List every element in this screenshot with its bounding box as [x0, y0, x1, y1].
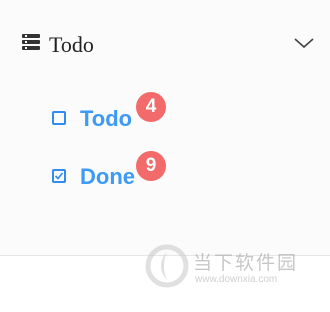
panel-title: Todo	[49, 32, 94, 57]
item-label: Todo	[80, 106, 133, 131]
watermark-url: www.downxia.com	[195, 274, 278, 285]
watermark: 当下软件园 www.downxia.com	[145, 244, 325, 294]
chevron-down-icon[interactable]	[293, 37, 315, 49]
list-item-todo[interactable]: Todo 4	[52, 92, 192, 135]
item-label: Done	[80, 164, 135, 189]
checked-box-icon[interactable]	[52, 169, 66, 183]
watermark-name: 当下软件园	[193, 253, 299, 274]
unchecked-box-icon[interactable]	[52, 111, 66, 125]
count-badge: 4	[136, 92, 166, 122]
panel-header[interactable]: Todo	[0, 22, 330, 68]
downxia-logo-icon	[145, 244, 189, 288]
todo-panel: Todo Todo 4 Done 9	[0, 0, 330, 256]
list-item-done[interactable]: Done 9	[52, 151, 192, 193]
list-icon	[22, 34, 40, 50]
count-badge: 9	[136, 151, 166, 181]
